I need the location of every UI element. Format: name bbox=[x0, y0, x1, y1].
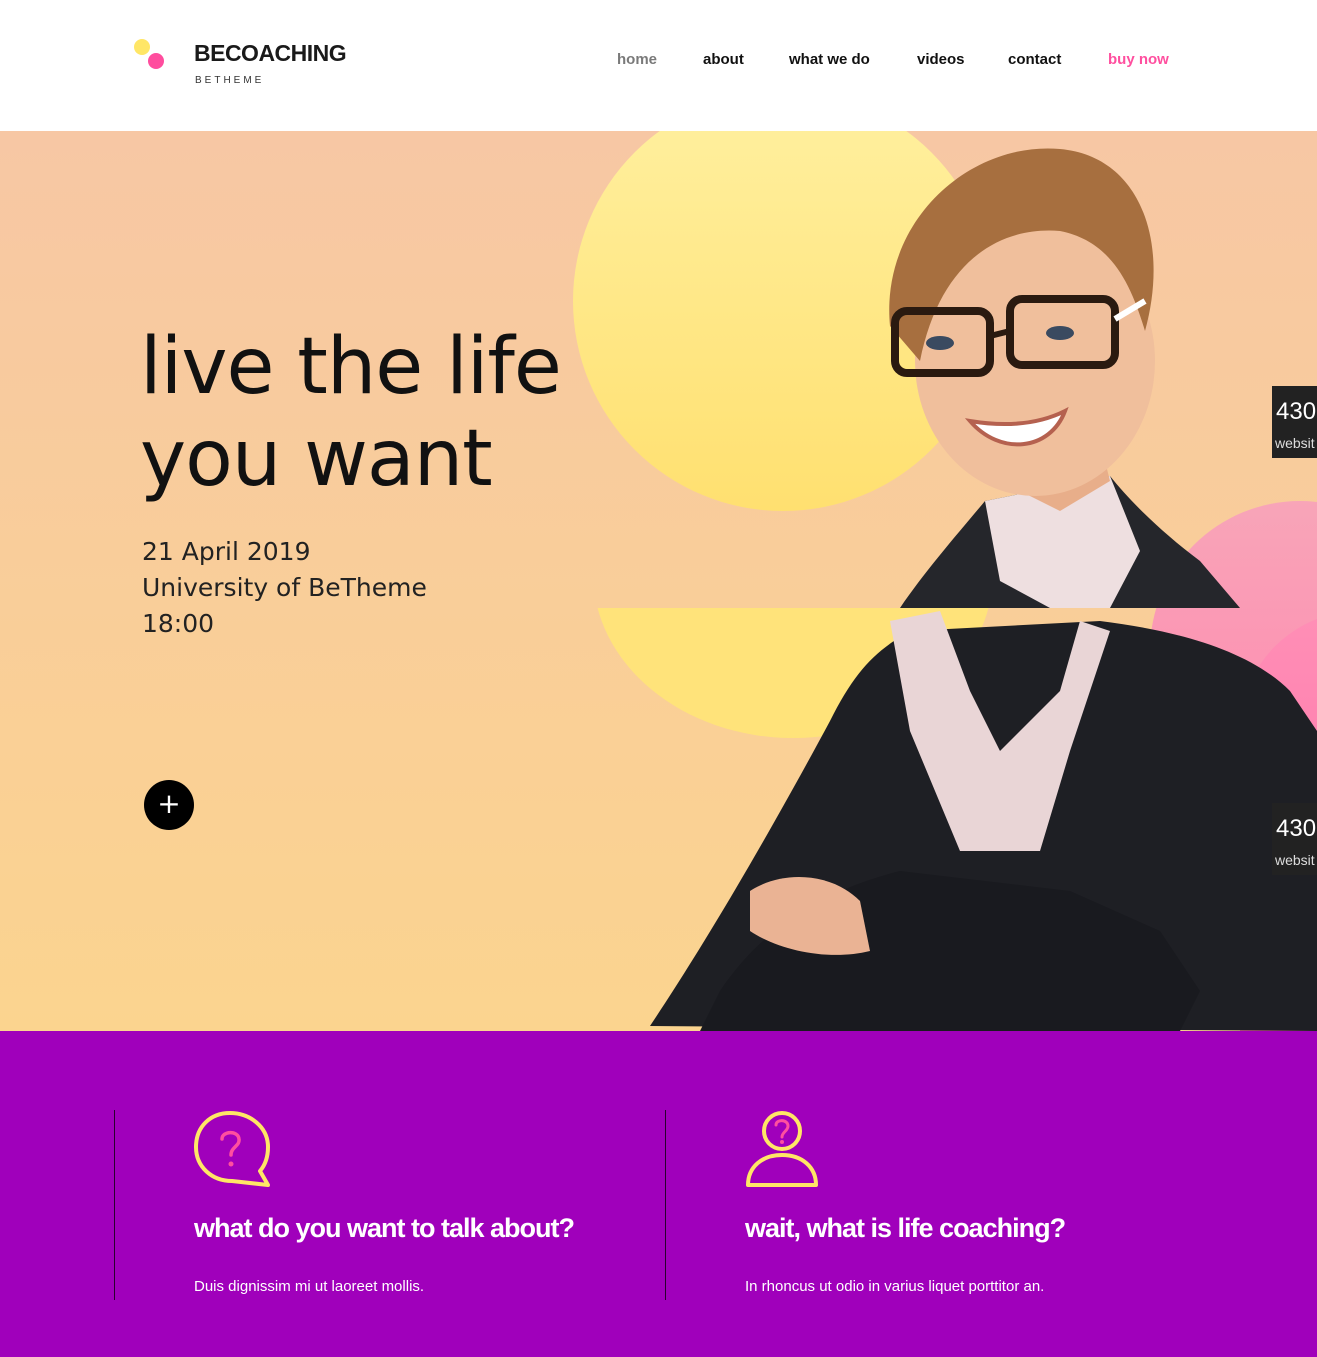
badge-label: websit bbox=[1275, 435, 1315, 451]
nav-what-we-do[interactable]: what we do bbox=[789, 51, 870, 68]
divider-line bbox=[114, 1110, 115, 1300]
nav-buy-now[interactable]: buy now bbox=[1108, 51, 1169, 68]
site-header: BECOACHING BETHEME home about what we do… bbox=[0, 0, 1317, 131]
feature-text: In rhoncus ut odio in varius liquet port… bbox=[745, 1278, 1045, 1295]
logo-tagline: BETHEME bbox=[195, 75, 265, 86]
badge-label: websit bbox=[1275, 852, 1315, 868]
main-nav: home about what we do videos contact buy… bbox=[0, 51, 1317, 73]
hero-section: live the life you want 21 April 2019 Uni… bbox=[0, 131, 1317, 1031]
divider-line bbox=[665, 1110, 666, 1300]
event-details: 21 April 2019 University of BeTheme 18:0… bbox=[142, 534, 427, 642]
headline-line-1: live the life bbox=[140, 322, 562, 412]
badge-number: 430 bbox=[1276, 815, 1317, 842]
badge-number: 430 bbox=[1276, 398, 1317, 425]
headline-line-2: you want bbox=[140, 414, 493, 504]
nav-home[interactable]: home bbox=[617, 51, 657, 68]
websites-counter-badge[interactable]: 430 websit bbox=[1272, 386, 1317, 458]
nav-about[interactable]: about bbox=[703, 51, 744, 68]
event-time: 18:00 bbox=[142, 609, 215, 638]
woman-portrait-image bbox=[650, 148, 1317, 1031]
nav-videos[interactable]: videos bbox=[917, 51, 965, 68]
websites-counter-badge[interactable]: 430 websit bbox=[1272, 803, 1317, 875]
feature-title: what do you want to talk about? bbox=[194, 1213, 575, 1243]
event-date: 21 April 2019 bbox=[142, 537, 311, 566]
expand-plus-button[interactable]: + bbox=[144, 780, 194, 830]
event-venue: University of BeTheme bbox=[142, 573, 427, 602]
feature-text: Duis dignissim mi ut laoreet mollis. bbox=[194, 1278, 425, 1295]
nav-contact[interactable]: contact bbox=[1008, 51, 1061, 68]
hero-headline: live the life you want bbox=[140, 321, 562, 505]
person-question-icon bbox=[746, 1111, 818, 1187]
speech-bubble-question-icon bbox=[194, 1111, 270, 1187]
feature-title: wait, what is life coaching? bbox=[745, 1213, 1066, 1243]
features-section: what do you want to talk about? Duis dig… bbox=[0, 1031, 1317, 1357]
